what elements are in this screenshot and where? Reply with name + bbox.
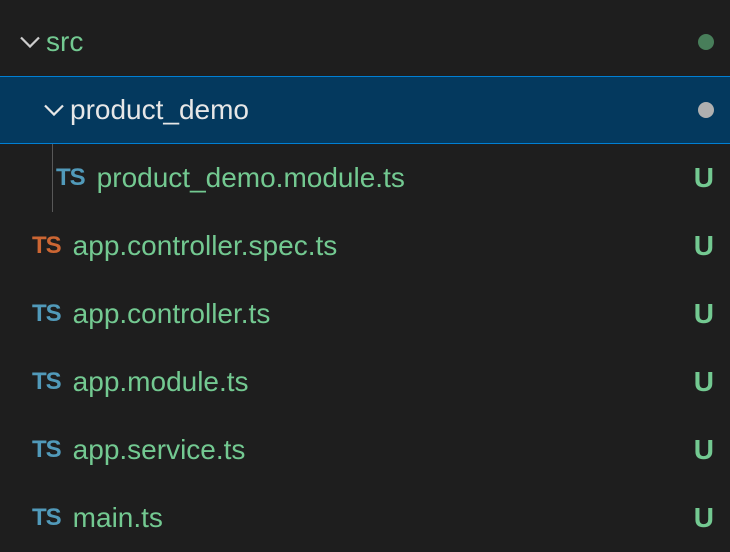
typescript-icon: TS bbox=[32, 368, 61, 396]
file-item[interactable]: TS app.controller.tsU bbox=[0, 280, 730, 348]
file-item[interactable]: TS app.controller.spec.tsU bbox=[0, 212, 730, 280]
file-label: app.module.ts bbox=[73, 366, 694, 398]
vcs-status-badge: U bbox=[694, 434, 714, 466]
file-item[interactable]: TS main.tsU bbox=[0, 484, 730, 552]
file-item[interactable]: TS app.service.tsU bbox=[0, 416, 730, 484]
file-item[interactable]: TS product_demo.module.tsU bbox=[0, 144, 730, 212]
typescript-icon: TS bbox=[32, 300, 61, 328]
dot-icon bbox=[698, 34, 714, 50]
file-explorer-tree: src product_demo TS product_demo.module.t… bbox=[0, 0, 730, 552]
file-item[interactable]: TS app.module.tsU bbox=[0, 348, 730, 416]
typescript-icon: TS bbox=[56, 164, 85, 192]
file-label: app.service.ts bbox=[73, 434, 694, 466]
file-label: app.controller.ts bbox=[73, 298, 694, 330]
folder-src[interactable]: src bbox=[0, 8, 730, 76]
file-label: app.controller.spec.ts bbox=[73, 230, 694, 262]
status-indicator bbox=[698, 34, 714, 50]
typescript-icon: TS bbox=[32, 436, 61, 464]
vcs-status-badge: U bbox=[694, 230, 714, 262]
status-indicator bbox=[698, 102, 714, 118]
chevron-down-icon bbox=[38, 98, 70, 122]
folder-label: product_demo bbox=[70, 94, 698, 126]
chevron-down-icon bbox=[14, 30, 46, 54]
vcs-status-badge: U bbox=[694, 366, 714, 398]
folder-label: src bbox=[46, 26, 698, 58]
dot-icon bbox=[698, 102, 714, 118]
vcs-status-badge: U bbox=[694, 298, 714, 330]
vcs-status-badge: U bbox=[694, 162, 714, 194]
vcs-status-badge: U bbox=[694, 502, 714, 534]
typescript-icon: TS bbox=[32, 232, 61, 260]
file-label: main.ts bbox=[73, 502, 694, 534]
file-label: product_demo.module.ts bbox=[97, 162, 694, 194]
indent-guide bbox=[52, 144, 53, 212]
folder-product-demo[interactable]: product_demo bbox=[0, 76, 730, 144]
typescript-icon: TS bbox=[32, 504, 61, 532]
